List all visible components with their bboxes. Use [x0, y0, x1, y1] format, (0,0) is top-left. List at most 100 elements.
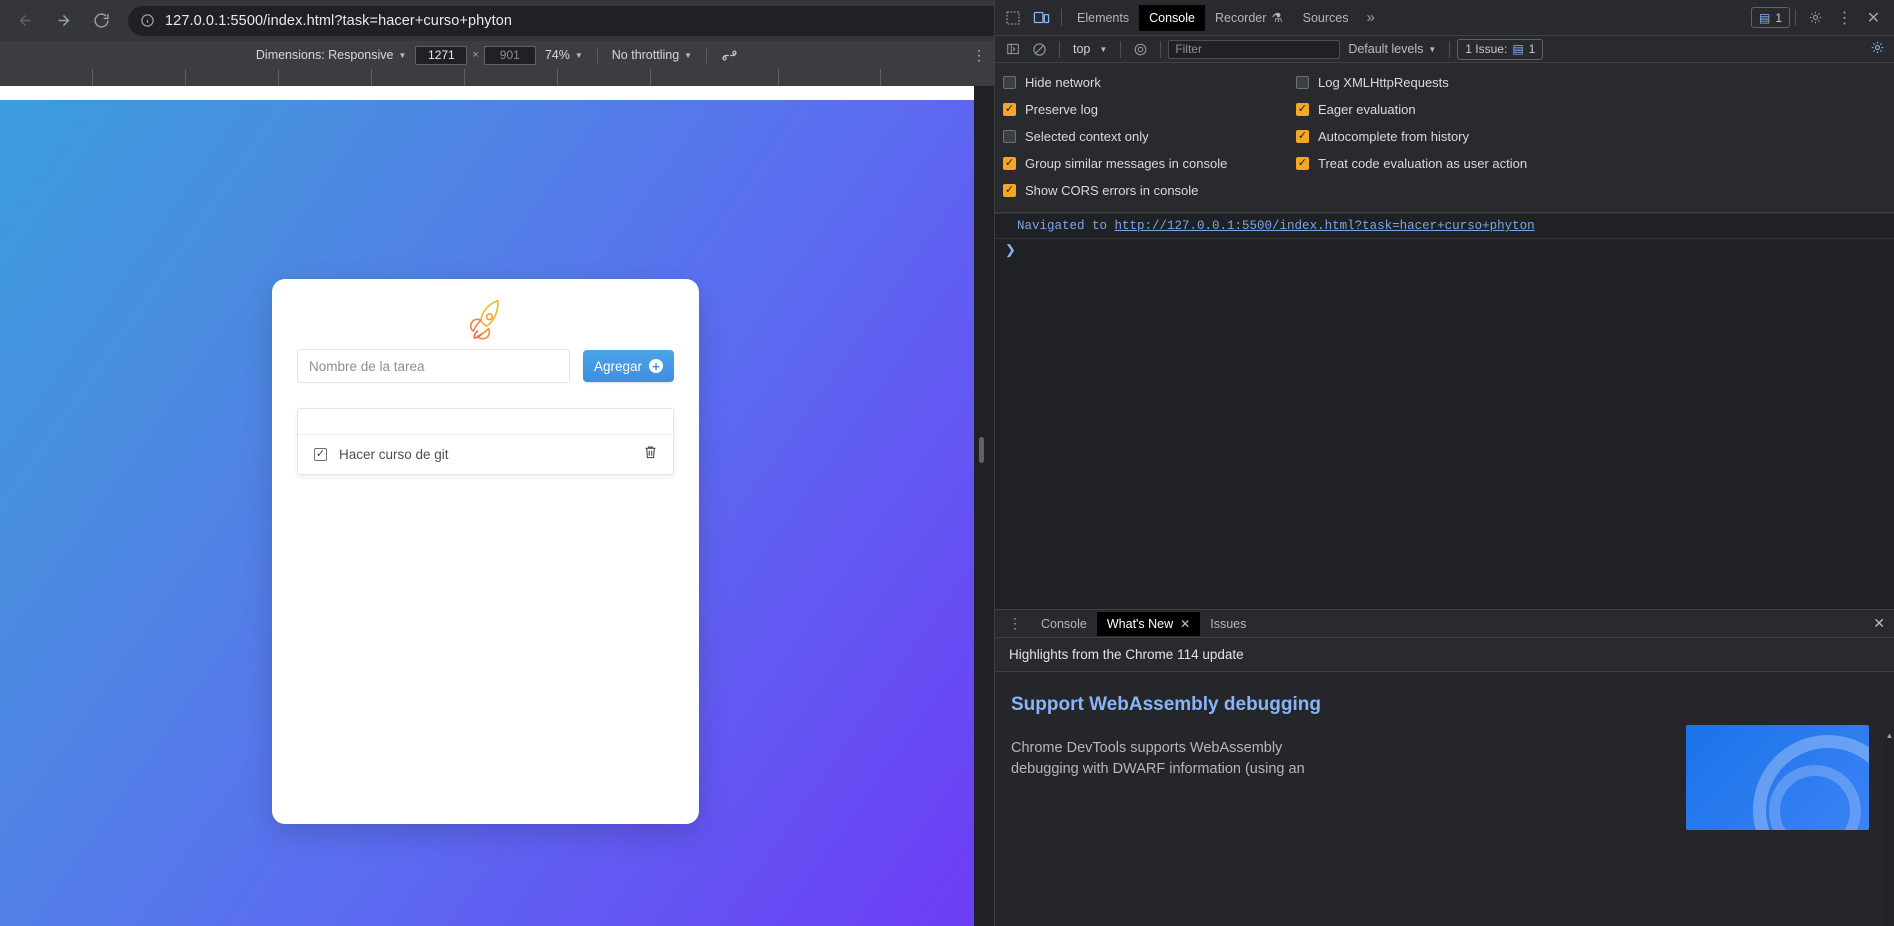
setting-label: Autocomplete from history	[1318, 129, 1470, 144]
checkbox-on-icon[interactable]: ✓	[1003, 157, 1016, 170]
console-message-count-chip[interactable]: ▤ 1	[1750, 7, 1790, 28]
whats-new-article-title[interactable]: Support WebAssembly debugging	[1011, 694, 1879, 716]
checkbox-off-icon[interactable]	[1003, 76, 1016, 89]
drawer-tab-issues[interactable]: Issues	[1200, 612, 1256, 636]
task-list-item[interactable]: ✓ Hacer curso de git	[298, 435, 673, 474]
forward-button[interactable]	[46, 4, 80, 38]
setting-label: Show CORS errors in console	[1025, 183, 1199, 198]
task-name-input[interactable]	[297, 349, 570, 383]
plus-icon: +	[649, 359, 663, 373]
checkbox-on-icon[interactable]: ✓	[1296, 157, 1309, 170]
setting-label: Preserve log	[1025, 102, 1098, 117]
message-icon: ▤	[1758, 10, 1771, 25]
console-settings-panel: Hide network Log XMLHttpRequests ✓ Prese…	[995, 63, 1894, 213]
more-tabs-icon[interactable]: »	[1358, 9, 1382, 26]
console-settings-icon[interactable]	[1870, 40, 1889, 58]
screen-root: 127.0.0.1:5500/index.html?task=hacer+cur…	[0, 0, 1894, 926]
checkbox-off-icon[interactable]	[1296, 76, 1309, 89]
drawer-tabbar: ⋮ Console What's New ✕ Issues ✕	[995, 610, 1894, 638]
log-level-select[interactable]: Default levels ▼	[1342, 42, 1442, 56]
page-viewport: Agregar + ✓ Hacer curso de git	[0, 100, 974, 926]
task-checkbox[interactable]: ✓	[314, 448, 327, 461]
toggle-device-toolbar-icon[interactable]	[1027, 5, 1056, 31]
add-task-button[interactable]: Agregar +	[582, 350, 674, 382]
log-level-label: Default levels	[1348, 42, 1424, 56]
drawer-menu-icon[interactable]: ⋮	[999, 615, 1031, 632]
devtools-drawer: ⋮ Console What's New ✕ Issues ✕ Highligh…	[995, 609, 1894, 926]
inspect-element-icon[interactable]	[998, 5, 1027, 31]
clear-console-icon[interactable]	[1027, 39, 1052, 60]
setting-preserve-log[interactable]: ✓ Preserve log	[995, 96, 1282, 123]
whats-new-article-text: Chrome DevTools supports WebAssembly deb…	[1011, 740, 1305, 778]
device-preset-label: Dimensions: Responsive	[255, 48, 394, 62]
devtools-close-icon[interactable]: ✕	[1859, 5, 1888, 31]
whats-new-heading: Highlights from the Chrome 114 update	[995, 638, 1894, 672]
console-filter-input[interactable]	[1168, 39, 1341, 59]
setting-log-xmlhttprequests[interactable]: Log XMLHttpRequests	[1282, 69, 1894, 96]
setting-eager-evaluation[interactable]: ✓ Eager evaluation	[1282, 96, 1894, 123]
close-icon[interactable]: ✕	[1180, 617, 1190, 631]
console-log-url[interactable]: http://127.0.0.1:5500/index.html?task=ha…	[1115, 219, 1535, 233]
console-prompt[interactable]: ❯	[995, 239, 1894, 262]
checkbox-on-icon[interactable]: ✓	[1296, 103, 1309, 116]
tab-sources[interactable]: Sources	[1293, 5, 1359, 31]
setting-autocomplete-from-history[interactable]: ✓ Autocomplete from history	[1282, 123, 1894, 150]
checkbox-on-icon[interactable]: ✓	[1003, 184, 1016, 197]
device-preset-select[interactable]: Dimensions: Responsive ▼	[250, 48, 412, 62]
tab-console[interactable]: Console	[1139, 4, 1205, 31]
flask-icon: ⚗	[1271, 11, 1283, 25]
throttling-select[interactable]: No throttling ▼	[606, 48, 698, 62]
drawer-close-icon[interactable]: ✕	[1873, 615, 1894, 632]
setting-selected-context-only[interactable]: Selected context only	[995, 123, 1282, 150]
setting-hide-network[interactable]: Hide network	[995, 69, 1282, 96]
devtools-tabbar-actions: ▤ 1 ⋮ ✕	[1750, 5, 1894, 31]
trash-icon[interactable]	[643, 444, 658, 465]
checkbox-off-icon[interactable]	[1003, 130, 1016, 143]
issues-count: 1	[1528, 42, 1536, 56]
zoom-select[interactable]: 74% ▼	[539, 48, 589, 62]
add-task-button-label: Agregar	[593, 358, 642, 374]
rocket-icon	[272, 279, 699, 345]
screenshot-icon[interactable]	[715, 47, 744, 64]
devtools-menu-icon[interactable]: ⋮	[1830, 5, 1859, 31]
tabbar-divider	[1795, 9, 1796, 26]
setting-label: Log XMLHttpRequests	[1318, 75, 1449, 90]
execution-context-select[interactable]: top ▼	[1067, 39, 1113, 59]
issues-chip[interactable]: 1 Issue: ▤ 1	[1457, 38, 1544, 60]
viewport-width-input[interactable]: 1271	[415, 45, 468, 65]
drawer-scrollbar[interactable]: ▲ ▼	[1884, 730, 1894, 926]
issues-label: 1 Issue:	[1465, 42, 1508, 56]
tab-elements[interactable]: Elements	[1067, 5, 1139, 31]
device-toolbar-menu-icon[interactable]: ⋮	[972, 41, 986, 69]
live-expression-icon[interactable]	[1128, 39, 1153, 60]
task-list-header	[298, 409, 673, 435]
drawer-tab-issues-label: Issues	[1210, 616, 1247, 631]
devtools-settings-icon[interactable]	[1801, 5, 1830, 31]
setting-treat-code-evaluation[interactable]: ✓ Treat code evaluation as user action	[1282, 150, 1894, 177]
drawer-tab-whats-new-label: What's New	[1106, 616, 1174, 631]
setting-group-similar-messages[interactable]: ✓ Group similar messages in console	[995, 150, 1282, 177]
viewport-resize-handle[interactable]	[979, 437, 984, 463]
setting-label: Hide network	[1025, 75, 1101, 90]
console-sidebar-icon[interactable]	[1000, 39, 1025, 60]
setting-show-cors-errors[interactable]: ✓ Show CORS errors in console	[995, 177, 1282, 204]
dimension-separator: ×	[472, 49, 479, 61]
drawer-tab-console[interactable]: Console	[1031, 612, 1097, 636]
checkbox-on-icon[interactable]: ✓	[1003, 103, 1016, 116]
address-bar-url: 127.0.0.1:5500/index.html?task=hacer+cur…	[165, 12, 513, 29]
zoom-label: 74%	[544, 48, 570, 62]
site-info-icon[interactable]	[138, 12, 156, 30]
scroll-up-icon[interactable]: ▲	[1884, 730, 1894, 741]
checkbox-on-icon[interactable]: ✓	[1296, 130, 1309, 143]
chevron-down-icon: ▼	[1099, 44, 1108, 54]
tab-recorder[interactable]: Recorder ⚗	[1205, 5, 1293, 31]
chevron-down-icon: ▼	[684, 50, 693, 60]
console-output: Navigated to http://127.0.0.1:5500/index…	[995, 213, 1894, 676]
add-task-form: Agregar +	[272, 349, 699, 383]
chevron-down-icon: ▼	[574, 50, 583, 60]
drawer-tab-whats-new[interactable]: What's New ✕	[1096, 611, 1201, 636]
reload-button[interactable]	[84, 4, 118, 38]
back-button[interactable]	[8, 4, 42, 38]
message-count: 1	[1775, 10, 1782, 25]
viewport-height-input[interactable]: 901	[483, 45, 536, 65]
